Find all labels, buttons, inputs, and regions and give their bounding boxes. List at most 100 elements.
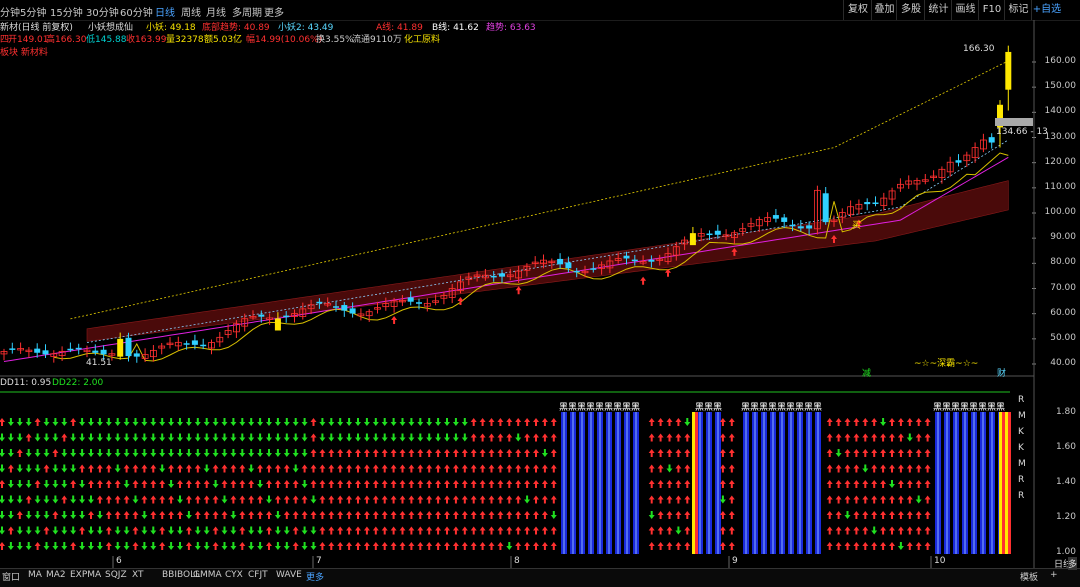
bottom-tab-11[interactable]: 更多 xyxy=(306,570,324,583)
candle-body[interactable] xyxy=(316,301,323,304)
candle-body[interactable] xyxy=(274,318,281,331)
candle-body[interactable] xyxy=(955,160,962,163)
candle-body[interactable] xyxy=(125,337,132,357)
candle-body[interactable] xyxy=(200,344,207,347)
up-arrow xyxy=(470,480,477,488)
toolbar-button-5[interactable]: F10 xyxy=(978,0,1005,20)
candle-body[interactable] xyxy=(341,305,348,311)
bottom-tab-9[interactable]: CFJT xyxy=(248,570,268,580)
bottom-tab-8[interactable]: CYX xyxy=(225,570,243,580)
candle-body[interactable] xyxy=(133,353,140,357)
candle-body[interactable] xyxy=(349,308,356,314)
toolbar-button-2[interactable]: 多股 xyxy=(896,0,925,20)
bottom-tab-7[interactable]: GMMA xyxy=(193,570,222,580)
bottom-tab-5[interactable]: XT xyxy=(132,570,144,580)
up-arrow xyxy=(533,526,539,535)
down-arrow xyxy=(52,464,59,473)
candle-body[interactable] xyxy=(565,262,572,269)
candle-body[interactable] xyxy=(573,270,580,273)
bottom-tab-0[interactable]: 窗口 xyxy=(2,570,20,583)
candle-body[interactable] xyxy=(822,193,829,223)
candle-body[interactable] xyxy=(806,225,813,229)
candle-body[interactable] xyxy=(623,255,630,259)
candle-body[interactable] xyxy=(490,275,497,278)
candle-body[interactable] xyxy=(42,350,49,355)
candle-body[interactable] xyxy=(1005,51,1012,90)
candle-body[interactable] xyxy=(100,349,107,355)
up-arrow xyxy=(657,542,664,550)
candle-body[interactable] xyxy=(557,258,564,265)
candle-body[interactable] xyxy=(92,350,99,353)
candle-body[interactable] xyxy=(67,348,74,351)
period-tab-1[interactable]: 5分钟 xyxy=(20,4,46,19)
candle-body[interactable] xyxy=(407,297,414,302)
kline-chart[interactable] xyxy=(0,0,1080,586)
candle-body[interactable] xyxy=(590,268,597,270)
up-arrow xyxy=(168,464,175,473)
toolbar-button-6[interactable]: 标记 xyxy=(1004,0,1032,20)
more-edge-label[interactable]: 多 xyxy=(1068,557,1078,570)
candle-body[interactable] xyxy=(258,314,265,317)
down-arrow xyxy=(43,449,50,457)
candle-body[interactable] xyxy=(499,273,505,277)
bottom-tab-4[interactable]: SQJZ xyxy=(105,570,127,580)
up-arrow xyxy=(862,542,869,550)
candle-body[interactable] xyxy=(416,302,422,304)
info-item-5: 量32378 xyxy=(166,35,204,45)
period-tab-6[interactable]: 周线 xyxy=(181,4,201,19)
bottom-tab-1[interactable]: MA xyxy=(28,570,42,580)
candle-body[interactable] xyxy=(797,226,804,229)
down-arrow xyxy=(212,449,219,457)
candle-body[interactable] xyxy=(789,224,796,227)
add-button[interactable]: + xyxy=(1050,570,1058,580)
template-button[interactable]: 模板 xyxy=(1020,570,1038,583)
candle-body[interactable] xyxy=(117,338,124,357)
down-arrow xyxy=(390,418,397,426)
candle-body[interactable] xyxy=(714,230,721,235)
bottom-tab-2[interactable]: MA2 xyxy=(46,570,66,580)
candle-body[interactable] xyxy=(864,202,871,205)
candle-body[interactable] xyxy=(781,217,788,222)
down-arrow xyxy=(274,511,281,519)
toolbar-button-0[interactable]: 复权 xyxy=(843,0,872,20)
period-tab-3[interactable]: 30分钟 xyxy=(86,4,119,19)
toolbar-button-1[interactable]: 叠加 xyxy=(871,0,897,20)
toolbar-button-7[interactable]: +自选 xyxy=(1031,0,1062,20)
up-arrow xyxy=(390,449,397,457)
down-arrow xyxy=(283,418,290,426)
candle-body[interactable] xyxy=(191,340,198,345)
bottom-tab-10[interactable]: WAVE xyxy=(276,570,302,580)
up-arrow xyxy=(0,418,5,426)
period-tab-5[interactable]: 日线 xyxy=(155,4,175,19)
candle-body[interactable] xyxy=(872,202,879,205)
down-arrow xyxy=(177,433,183,442)
toolbar-button-3[interactable]: 统计 xyxy=(924,0,952,20)
candle-body[interactable] xyxy=(75,347,82,350)
candle-body[interactable] xyxy=(706,233,713,236)
info-item-7: 幅14.99(10.06%) xyxy=(246,35,323,45)
period-tab-7[interactable]: 月线 xyxy=(206,4,226,19)
up-arrow xyxy=(266,480,272,488)
up-arrow xyxy=(666,449,673,457)
period-tab-8[interactable]: 多周期 xyxy=(232,4,262,19)
candle-body[interactable] xyxy=(34,348,41,353)
candle-body[interactable] xyxy=(689,233,696,246)
down-arrow xyxy=(328,418,335,426)
candle-body[interactable] xyxy=(631,259,638,262)
candle-body[interactable] xyxy=(283,315,290,318)
toolbar-button-4[interactable]: 画线 xyxy=(951,0,979,20)
period-tab-2[interactable]: 15分钟 xyxy=(50,4,83,19)
candle-body[interactable] xyxy=(988,137,995,143)
candle-body[interactable] xyxy=(9,348,16,350)
candle-body[interactable] xyxy=(648,259,655,262)
period-tab-4[interactable]: 60分钟 xyxy=(120,4,153,19)
candle-body[interactable] xyxy=(183,343,190,345)
candle-body[interactable] xyxy=(333,306,339,308)
period-tab-0[interactable]: 分钟 xyxy=(0,4,20,19)
bottom-tab-3[interactable]: EXPMA xyxy=(70,570,101,580)
period-tab-9[interactable]: 更多 xyxy=(264,4,284,19)
candle-body[interactable] xyxy=(772,215,779,219)
down-arrow xyxy=(34,433,41,442)
up-arrow xyxy=(34,480,41,488)
up-arrow xyxy=(550,495,557,504)
